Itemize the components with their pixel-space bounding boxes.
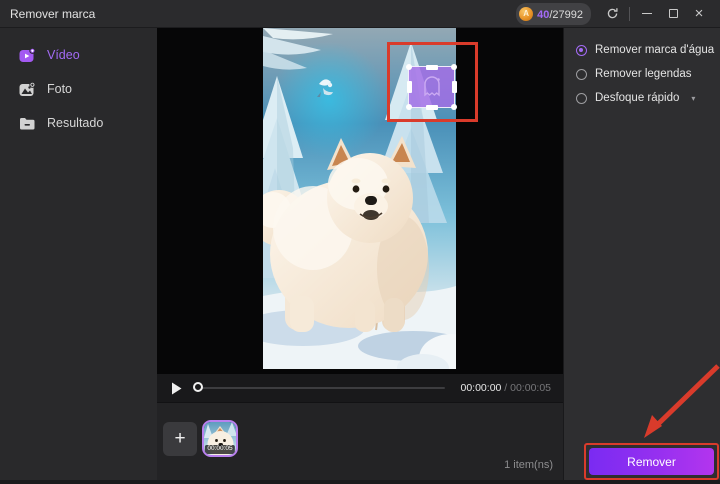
titlebar-separator <box>629 6 630 21</box>
playback-bar: 00:00:00 / 00:00:05 <box>157 374 563 402</box>
plus-icon: + <box>174 428 186 449</box>
play-button[interactable] <box>171 381 183 395</box>
option-label: Remover marca d'água <box>595 44 715 56</box>
total-time: / 00:00:05 <box>501 382 551 394</box>
sidebar-item-video[interactable]: Vídeo <box>0 38 157 72</box>
resize-handle[interactable] <box>425 64 438 70</box>
sidebar-item-resultado[interactable]: Resultado <box>0 106 157 140</box>
sidebar-item-label: Foto <box>47 82 73 96</box>
option-label: Desfoque rápido <box>595 92 680 104</box>
seek-handle[interactable] <box>193 382 203 392</box>
photo-icon <box>19 81 36 96</box>
item-count-label: 1 item(ns) <box>504 459 553 471</box>
video-preview <box>157 28 563 374</box>
option-label: Remover legendas <box>595 68 692 80</box>
chevron-down-icon[interactable]: ▾ <box>691 94 695 103</box>
close-button[interactable]: × <box>686 3 712 25</box>
radio-selected-icon[interactable] <box>576 44 587 56</box>
resize-handle[interactable] <box>451 64 457 70</box>
refresh-icon <box>607 8 618 19</box>
seek-track[interactable] <box>193 387 445 389</box>
resize-handle[interactable] <box>451 81 457 93</box>
video-icon <box>19 47 36 62</box>
window-bottom-edge <box>0 480 720 484</box>
play-icon <box>172 382 182 394</box>
watermark-selection-box[interactable] <box>406 64 457 110</box>
resize-handle[interactable] <box>406 81 412 93</box>
credits-total: /27992 <box>549 8 583 21</box>
time-display: 00:00:00 / 00:00:05 <box>461 382 552 394</box>
remove-button[interactable]: Remover <box>589 448 714 475</box>
resize-handle[interactable] <box>425 104 438 110</box>
close-icon: × <box>694 5 704 22</box>
options-panel: Remover marca d'água Remover legendas De… <box>563 28 720 484</box>
app-window: Remover marca A 40/27992 × Vídeo Foto Re… <box>0 0 720 484</box>
coin-icon: A <box>519 6 534 21</box>
credits-badge[interactable]: A 40/27992 <box>516 2 591 25</box>
media-list-panel: + 00:00:05 1 item(ns) <box>157 402 563 484</box>
mode-options: Remover marca d'água Remover legendas De… <box>564 28 720 110</box>
radio-icon[interactable] <box>576 92 587 104</box>
resize-handle[interactable] <box>406 64 412 70</box>
option-quick-blur[interactable]: Desfoque rápido ▾ <box>576 86 720 110</box>
minimize-button[interactable] <box>634 3 660 25</box>
minimize-icon <box>642 12 652 15</box>
resize-handle[interactable] <box>406 104 412 110</box>
maximize-icon <box>668 9 678 18</box>
option-remove-subtitles[interactable]: Remover legendas <box>576 62 720 86</box>
maximize-button[interactable] <box>660 3 686 25</box>
radio-icon[interactable] <box>576 68 587 80</box>
folder-icon <box>20 117 35 129</box>
sidebar: Vídeo Foto Resultado <box>0 28 157 484</box>
sidebar-item-label: Vídeo <box>47 48 80 62</box>
thumbnail-duration-badge: 00:00:05 <box>204 444 236 454</box>
ghost-watermark-icon <box>423 76 440 97</box>
seek-slider[interactable] <box>193 381 445 395</box>
video-thumbnail[interactable]: 00:00:05 <box>202 420 238 457</box>
current-time: 00:00:00 <box>460 382 502 394</box>
add-media-button[interactable]: + <box>163 422 197 456</box>
sidebar-item-label: Resultado <box>47 116 104 130</box>
title-bar: Remover marca A 40/27992 × <box>0 0 720 28</box>
option-remove-watermark[interactable]: Remover marca d'água <box>576 38 720 62</box>
window-title: Remover marca <box>10 6 96 21</box>
credits-used: 40 <box>537 8 550 21</box>
refresh-button[interactable] <box>599 3 625 25</box>
sidebar-item-foto[interactable]: Foto <box>0 72 157 106</box>
resize-handle[interactable] <box>451 104 457 110</box>
editor-area: 00:00:00 / 00:00:05 + 00:00:05 1 item(ns… <box>157 28 563 484</box>
